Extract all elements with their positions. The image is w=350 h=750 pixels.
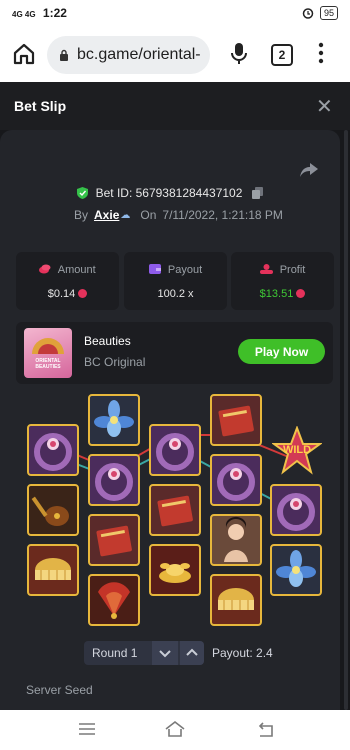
- network-indicator: 4G 4G: [12, 10, 36, 19]
- lotus-ring-icon: [156, 433, 194, 471]
- red-book-icon: [96, 525, 132, 557]
- stat-label: Amount: [57, 264, 96, 276]
- round-selector[interactable]: Round 1: [84, 641, 204, 665]
- red-book-icon: [218, 405, 254, 437]
- gold-ingot-icon: [159, 563, 191, 583]
- fan-icon: [98, 582, 130, 619]
- overflow-menu-icon[interactable]: [318, 42, 324, 64]
- on-label: On: [140, 208, 157, 222]
- lotus-ring-icon: [34, 433, 72, 471]
- round-up-button[interactable]: [180, 641, 204, 665]
- profit-icon: [259, 264, 273, 274]
- stat-label: Payout: [167, 264, 203, 276]
- reel-tile-comb: [27, 544, 79, 596]
- status-right: 95: [302, 6, 338, 20]
- reel-tile-fan: [88, 574, 140, 626]
- back-nav-icon[interactable]: [256, 720, 276, 738]
- game-name: Beauties: [84, 334, 131, 348]
- play-now-button[interactable]: Play Now: [238, 339, 325, 364]
- lotus-ring-icon: [217, 463, 255, 501]
- bet-id: Bet ID: 5679381284437102: [95, 186, 243, 200]
- stat-payout: Payout 100.2 x: [124, 252, 227, 310]
- recent-apps-icon[interactable]: [78, 722, 96, 736]
- reel-tile-lotus: [27, 424, 79, 476]
- currency-coin-icon: [78, 289, 88, 298]
- tab-switcher-button[interactable]: 2: [271, 44, 293, 66]
- share-icon[interactable]: [300, 163, 318, 177]
- blue-flower-icon: [276, 550, 316, 587]
- wild-label: WILD: [282, 444, 312, 456]
- status-left: 4G 4G 1:22: [12, 6, 67, 20]
- reel-tile-lotus: [210, 454, 262, 506]
- scrollbar[interactable]: [344, 130, 348, 710]
- reel-grid: WILD: [0, 390, 340, 640]
- stat-value: $0.14: [47, 288, 76, 300]
- lotus-ring-icon: [95, 463, 133, 501]
- microphone-icon[interactable]: [229, 42, 249, 66]
- bet-date: 7/11/2022, 1:21:18 PM: [162, 208, 283, 222]
- stat-value: $13.51: [259, 288, 294, 300]
- clock: 1:22: [42, 6, 67, 20]
- thumb-text: ORIENTAL BEAUTIES: [35, 358, 61, 370]
- game-card: ORIENTAL BEAUTIES Beauties BC Original P…: [16, 322, 333, 384]
- wallet-icon: [148, 264, 161, 274]
- battery-icon: 95: [319, 6, 338, 20]
- chevron-down-icon: [159, 650, 171, 658]
- cloud-icon: ☁: [120, 209, 131, 221]
- lotus-ring-icon: [277, 493, 315, 531]
- system-nav-bar: [0, 710, 350, 750]
- username-link[interactable]: Axie: [94, 208, 119, 222]
- reel-tile-pipa: [27, 484, 79, 536]
- beauty-portrait-icon: [224, 516, 248, 562]
- status-bar: 4G 4G 1:22 95: [0, 0, 350, 28]
- reel-tile-wild: WILD: [270, 425, 324, 476]
- reel-tile-lotus: [149, 424, 201, 476]
- browser-toolbar: bc.game/oriental- 2: [0, 28, 350, 82]
- round-payout: Payout: 2.4: [212, 646, 273, 660]
- bet-id-row: Bet ID: 5679381284437102: [0, 186, 340, 200]
- red-book-icon: [157, 495, 193, 527]
- blue-flower-icon: [94, 400, 134, 437]
- bet-slip-header: Bet Slip ✕: [0, 82, 350, 130]
- reel-tile-blue-flower: [270, 544, 322, 596]
- lock-icon: [60, 49, 68, 61]
- alarm-icon: [302, 8, 314, 19]
- reel-tile-book: [210, 394, 262, 446]
- reel-tile-comb: [210, 574, 262, 626]
- home-icon[interactable]: [12, 42, 36, 66]
- byline: By Axie ☁ On 7/11/2022, 1:21:18 PM: [74, 208, 283, 222]
- close-icon[interactable]: ✕: [316, 94, 333, 119]
- game-subtitle: BC Original: [84, 355, 146, 369]
- round-label: Round 1: [92, 646, 138, 660]
- home-nav-icon[interactable]: [164, 719, 186, 739]
- fan-icon: [32, 338, 64, 354]
- address-bar[interactable]: bc.game/oriental-: [47, 36, 210, 74]
- comb-icon: [35, 558, 71, 580]
- bet-slip-title: Bet Slip: [14, 98, 67, 114]
- game-thumbnail[interactable]: ORIENTAL BEAUTIES: [24, 328, 72, 378]
- reel-tile-lotus: [88, 454, 140, 506]
- reel-tile-blue-flower: [88, 394, 140, 446]
- stat-amount: Amount $0.14: [16, 252, 119, 310]
- by-label: By: [74, 208, 89, 222]
- stat-profit: Profit $13.51: [231, 252, 334, 310]
- currency-coin-icon: [296, 289, 306, 298]
- coins-icon: [39, 264, 51, 274]
- stat-label: Profit: [279, 264, 306, 276]
- reel-tile-book: [88, 514, 140, 566]
- verified-shield-icon: [77, 187, 89, 199]
- reel-tile-book: [149, 484, 201, 536]
- comb-icon: [218, 588, 254, 610]
- reel-tile-beauty: [210, 514, 262, 566]
- copy-icon[interactable]: [251, 187, 263, 199]
- round-dropdown-button[interactable]: [152, 641, 178, 665]
- stat-value: 100.2 x: [157, 288, 194, 300]
- reel-tile-gold: [149, 544, 201, 596]
- server-seed-label: Server Seed: [26, 683, 93, 697]
- pipa-instrument-icon: [31, 496, 69, 526]
- url-text: bc.game/oriental-: [77, 46, 201, 63]
- chevron-up-icon: [186, 648, 198, 656]
- reel-tile-lotus: [270, 484, 322, 536]
